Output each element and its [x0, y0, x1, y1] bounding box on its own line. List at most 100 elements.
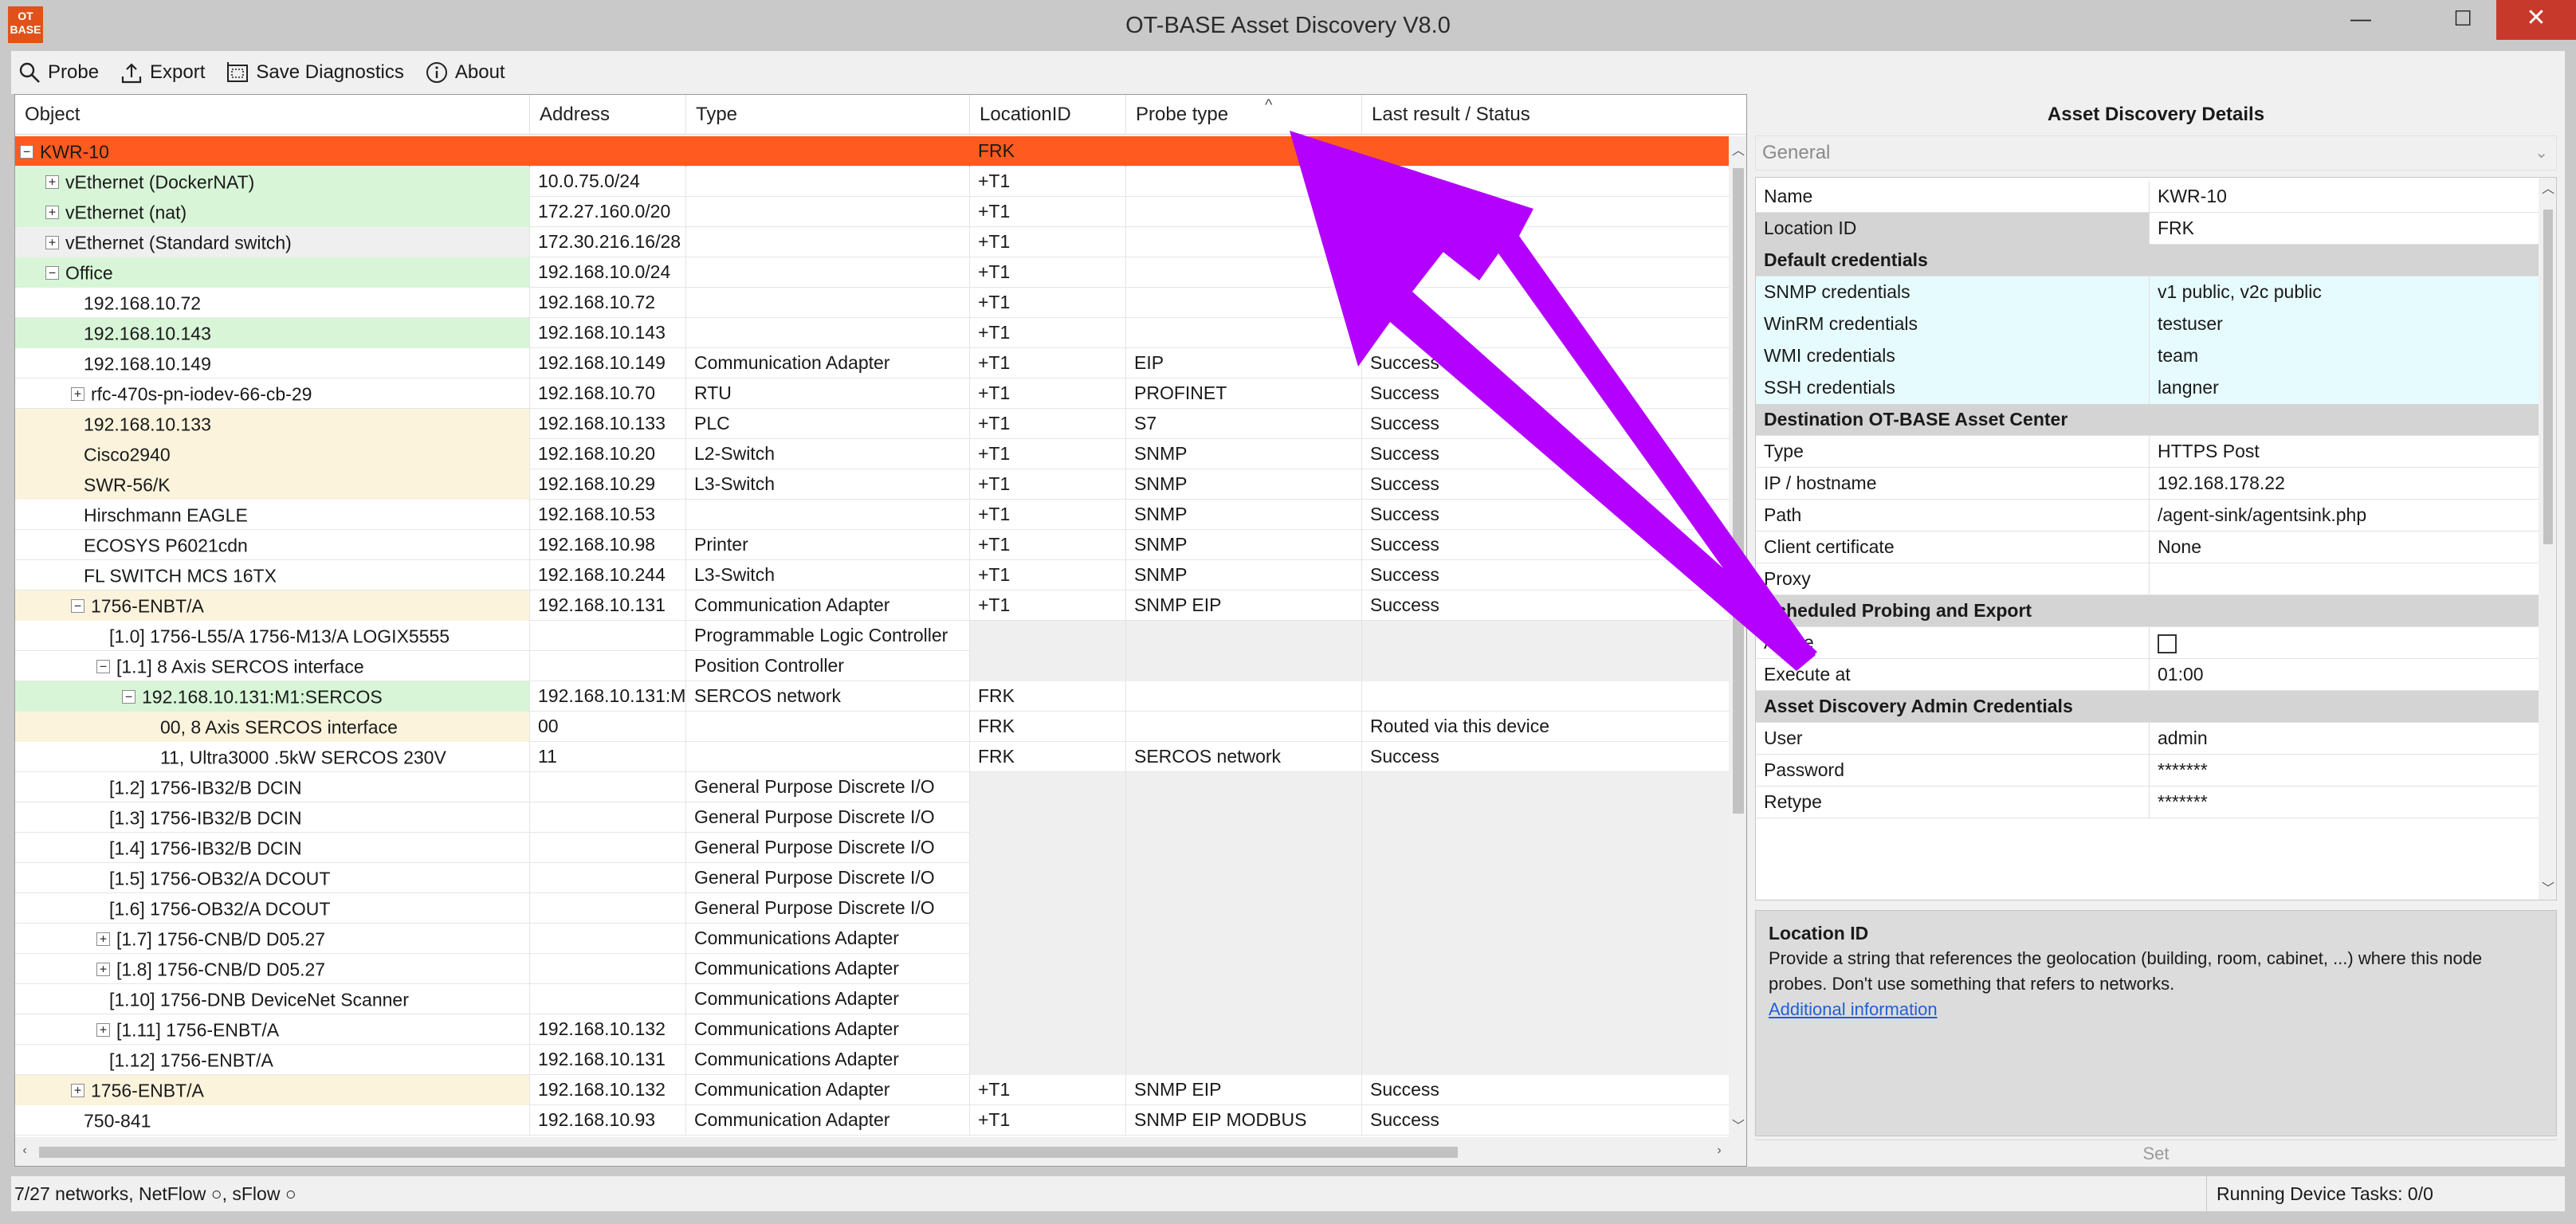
additional-information-link[interactable]: Additional information: [1769, 997, 2543, 1022]
table-row[interactable]: 192.168.10.133 192.168.10.133 PLC +T1 S7 Succ…: [15, 409, 1729, 439]
table-row[interactable]: − KWR-10 FRK: [15, 136, 1729, 167]
vertical-scrollbar[interactable]: ︿ ﹀: [1729, 136, 1746, 1137]
table-row[interactable]: [1.0] 1756-L55/A 1756-M13/A LOGIX5555 Pro…: [15, 621, 1729, 651]
close-button[interactable]: ✕: [2496, 0, 2576, 40]
export-button[interactable]: Export: [120, 61, 205, 84]
property-value[interactable]: [2150, 627, 2539, 659]
table-row[interactable]: 11, Ultra3000 .5kW SERCOS 230V 11 FRK SERCO…: [15, 742, 1729, 772]
expand-icon[interactable]: +: [71, 387, 84, 402]
table-row[interactable]: Hirschmann EAGLE 192.168.10.53 +T1 SNMP Succ…: [15, 500, 1729, 530]
table-row[interactable]: [1.12] 1756-ENBT/A 192.168.10.131 Communic…: [15, 1045, 1729, 1075]
property-value[interactable]: langner: [2150, 372, 2539, 404]
table-row[interactable]: [1.4] 1756-IB32/B DCIN General Purpose Di…: [15, 833, 1729, 863]
expand-icon[interactable]: +: [45, 206, 59, 220]
probe-button[interactable]: Probe: [18, 61, 99, 84]
property-value[interactable]: team: [2150, 340, 2539, 372]
scroll-left-icon[interactable]: ‹: [15, 1144, 34, 1158]
column-header-probe-type[interactable]: Probe type: [1126, 95, 1362, 135]
property-row[interactable]: Active: [1756, 627, 2539, 659]
table-row[interactable]: + vEthernet (nat) 172.27.160.0/20 +T1: [15, 197, 1729, 227]
table-row[interactable]: + [1.7] 1756-CNB/D D05.27 Communications A…: [15, 924, 1729, 954]
property-row[interactable]: Password *******: [1756, 755, 2539, 787]
scroll-right-icon[interactable]: ›: [1710, 1144, 1729, 1158]
property-row[interactable]: Location ID FRK: [1756, 213, 2539, 245]
property-value[interactable]: admin: [2150, 723, 2539, 755]
column-header-address[interactable]: Address: [530, 95, 686, 135]
property-value[interactable]: [2150, 563, 2539, 595]
maximize-button[interactable]: ☐: [2428, 0, 2498, 40]
table-row[interactable]: [1.2] 1756-IB32/B DCIN General Purpose Di…: [15, 772, 1729, 802]
property-row[interactable]: Proxy: [1756, 563, 2539, 595]
property-row[interactable]: Path/agent-sink/agentsink.php: [1756, 500, 2539, 532]
about-button[interactable]: About: [425, 61, 505, 84]
table-row[interactable]: SWR-56/K 192.168.10.29 L3-Switch +T1 SNMP Suc…: [15, 469, 1729, 500]
table-row[interactable]: + vEthernet (DockerNAT) 10.0.75.0/24 +T1: [15, 167, 1729, 197]
table-row[interactable]: + [1.8] 1756-CNB/D D05.27 Communications A…: [15, 954, 1729, 984]
property-value[interactable]: FRK: [2150, 213, 2539, 245]
table-row[interactable]: + rfc-470s-pn-iodev-66-cb-29 192.168.10.70…: [15, 379, 1729, 409]
expand-icon[interactable]: +: [71, 1084, 84, 1098]
property-row[interactable]: Client certificate None: [1756, 532, 2539, 563]
property-grid-scroll-thumb[interactable]: [2543, 210, 2553, 544]
property-value[interactable]: *******: [2150, 787, 2539, 818]
table-row[interactable]: 00, 8 Axis SERCOS interface 00 FRK Routed v…: [15, 712, 1729, 742]
collapse-icon[interactable]: −: [71, 599, 84, 614]
save-diagnostics-button[interactable]: Save Diagnostics: [226, 61, 404, 84]
property-row[interactable]: SSH credentials langner: [1756, 372, 2539, 404]
scroll-down-icon[interactable]: ﹀: [1729, 1115, 1746, 1134]
expand-icon[interactable]: +: [96, 1023, 110, 1038]
expand-icon[interactable]: +: [45, 175, 59, 190]
table-row[interactable]: ECOSYS P6021cdn 192.168.10.98 Printer +T1 SN…: [15, 530, 1729, 560]
horizontal-scrollbar[interactable]: ‹ ›: [15, 1137, 1746, 1166]
category-dropdown[interactable]: General ⌄: [1755, 135, 2557, 171]
set-button[interactable]: Set: [1755, 1140, 2557, 1167]
table-row[interactable]: FL SWITCH MCS 16TX 192.168.10.244 L3-Switc…: [15, 560, 1729, 590]
table-row[interactable]: [1.5] 1756-OB32/A DCOUT General Purpose D…: [15, 863, 1729, 893]
column-header-last-result[interactable]: Last result / Status: [1362, 95, 1729, 135]
expand-icon[interactable]: +: [96, 963, 110, 977]
property-value[interactable]: 01:00: [2150, 659, 2539, 691]
table-row[interactable]: −192.168.10.131:M1:SERCOS 192.168.10.131:…: [15, 681, 1729, 712]
table-row[interactable]: 750-841 192.168.10.93 Communication Adapte…: [15, 1105, 1729, 1136]
table-row[interactable]: + [1.11] 1756-ENBT/A 192.168.10.132 Communi…: [15, 1014, 1729, 1045]
collapse-icon[interactable]: −: [96, 660, 110, 674]
table-row[interactable]: [1.3] 1756-IB32/B DCIN General Purpose Di…: [15, 802, 1729, 833]
property-row[interactable]: WMI credentials team: [1756, 340, 2539, 372]
property-row[interactable]: WinRM credentials testuser: [1756, 308, 2539, 340]
table-row[interactable]: [1.6] 1756-OB32/A DCOUT General Purpose D…: [15, 893, 1729, 924]
table-row[interactable]: [1.10] 1756-DNB DeviceNet Scanner Communi…: [15, 984, 1729, 1014]
property-grid-scrollbar[interactable]: ︿ ﹀: [2539, 178, 2556, 900]
scroll-down-icon[interactable]: ﹀: [2539, 877, 2556, 896]
column-header-type[interactable]: Type: [686, 95, 970, 135]
expand-icon[interactable]: +: [96, 932, 110, 947]
table-row[interactable]: Cisco2940 192.168.10.20 L2-Switch +T1 SNMP Su…: [15, 439, 1729, 469]
property-row[interactable]: User admin: [1756, 723, 2539, 755]
table-row[interactable]: − Office 192.168.10.0/24 +T1: [15, 257, 1729, 288]
scroll-up-icon[interactable]: ︿: [1729, 139, 1746, 159]
property-value[interactable]: *******: [2150, 755, 2539, 787]
property-row[interactable]: Type HTTPS Post: [1756, 436, 2539, 468]
active-checkbox[interactable]: [2158, 634, 2177, 653]
horizontal-scroll-thumb[interactable]: [39, 1147, 1458, 1158]
property-value[interactable]: testuser: [2150, 308, 2539, 340]
property-value[interactable]: None: [2150, 532, 2539, 563]
collapse-icon[interactable]: −: [20, 145, 33, 159]
property-value[interactable]: KWR-10: [2150, 181, 2539, 213]
table-row[interactable]: 192.168.10.143 192.168.10.143 +T1: [15, 318, 1729, 348]
scroll-up-icon[interactable]: ︿: [2539, 178, 2556, 197]
table-row[interactable]: 192.168.10.72 192.168.10.72 +T1: [15, 288, 1729, 318]
minimize-button[interactable]: —: [2326, 0, 2396, 40]
table-row[interactable]: − [1.1] 8 Axis SERCOS interface Position C…: [15, 651, 1729, 681]
property-value[interactable]: 192.168.178.22: [2150, 468, 2539, 500]
collapse-icon[interactable]: −: [45, 266, 59, 280]
table-row[interactable]: +1756-ENBT/A 192.168.10.132 Communication …: [15, 1075, 1729, 1105]
property-row[interactable]: IP / hostname 192.168.178.22: [1756, 468, 2539, 500]
table-row[interactable]: −1756-ENBT/A 192.168.10.131 Communication …: [15, 590, 1729, 621]
collapse-icon[interactable]: −: [122, 690, 135, 704]
table-row[interactable]: + vEthernet (Standard switch) 172.30.216.1…: [15, 227, 1729, 257]
property-value[interactable]: HTTPS Post: [2150, 436, 2539, 468]
property-row[interactable]: Name KWR-10: [1756, 181, 2539, 213]
property-row[interactable]: SNMP credentials v1 public, v2c public: [1756, 277, 2539, 308]
column-header-location-id[interactable]: LocationID: [970, 95, 1126, 135]
property-value[interactable]: v1 public, v2c public: [2150, 277, 2539, 308]
